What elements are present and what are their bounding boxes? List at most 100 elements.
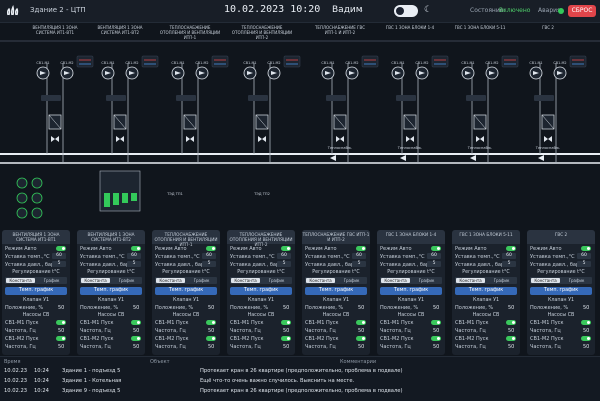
pump1-toggle[interactable]	[281, 320, 291, 325]
regulation-switch[interactable]: Константа График	[80, 277, 142, 284]
pump1-toggle[interactable]	[506, 320, 516, 325]
temp-setpoint-input[interactable]: 60	[202, 253, 216, 259]
building-name[interactable]: Здание 2 - ЦТП	[30, 6, 86, 14]
regulation-switch[interactable]: Константа График	[380, 277, 442, 284]
temp-setpoint-input[interactable]: 60	[277, 253, 291, 259]
temp-graph-button[interactable]: Темп. график	[455, 287, 517, 295]
reset-button[interactable]: СБРОС	[568, 5, 596, 17]
pump2-freq-label: Частота, Гц	[455, 344, 486, 350]
temp-graph-button[interactable]: Темп. график	[5, 287, 67, 295]
regulation-const-option[interactable]: Константа	[231, 278, 260, 283]
control-card: ТЕПЛОСНАБЖЕНИЕ ОТОПЛЕНИЯ И ВЕНТИЛЯЦИИ ИТ…	[152, 230, 220, 355]
temp-graph-button[interactable]: Темп. график	[530, 287, 592, 295]
temp-setpoint-input[interactable]: 60	[502, 253, 516, 259]
pressure-setpoint-input[interactable]: 5	[427, 261, 441, 267]
pump2-toggle[interactable]	[581, 336, 591, 341]
temp-setpoint-input[interactable]: 60	[352, 253, 366, 259]
pump2-toggle[interactable]	[356, 336, 366, 341]
pump-label: СВ1-М1	[321, 61, 334, 65]
valve-label: Клапан У1	[172, 298, 200, 303]
temp-graph-button[interactable]: Темп. график	[155, 287, 217, 295]
temp-graph-button[interactable]: Темп. график	[230, 287, 292, 295]
regulation-switch[interactable]: Константа График	[155, 277, 217, 284]
log-object[interactable]: Здание 1 - Котельная	[62, 378, 121, 384]
pumps-label: Насосы СВ	[172, 313, 200, 318]
regulation-switch[interactable]: Константа График	[530, 277, 592, 284]
pump2-toggle[interactable]	[206, 336, 216, 341]
log-object[interactable]: Здание 9 - подъезд 5	[62, 388, 120, 394]
pump2-freq-value: 50	[133, 344, 140, 350]
pressure-setpoint-input[interactable]: 5	[352, 261, 366, 267]
temp-setpoint-input[interactable]: 60	[427, 253, 441, 259]
pump2-toggle[interactable]	[131, 336, 141, 341]
pressure-setpoint-input[interactable]: 5	[202, 261, 216, 267]
pressure-setpoint-input[interactable]: 5	[127, 261, 141, 267]
regulation-graph-option[interactable]: График	[112, 278, 141, 283]
temp-setpoint-input[interactable]: 60	[577, 253, 591, 259]
regulation-graph-option[interactable]: График	[262, 278, 291, 283]
pressure-setpoint-input[interactable]: 5	[277, 261, 291, 267]
regulation-graph-option[interactable]: График	[412, 278, 441, 283]
regulation-const-option[interactable]: Константа	[81, 278, 110, 283]
pump1-start-label: СВ1-М1 Пуск	[230, 320, 264, 326]
pump1-toggle[interactable]	[131, 320, 141, 325]
temp-graph-button[interactable]: Темп. график	[380, 287, 442, 295]
mode-toggle[interactable]	[506, 246, 516, 251]
pump1-toggle[interactable]	[581, 320, 591, 325]
regulation-graph-option[interactable]: График	[562, 278, 591, 283]
temp-graph-button[interactable]: Темп. график	[80, 287, 142, 295]
pump1-toggle[interactable]	[431, 320, 441, 325]
pressure-setpoint-input[interactable]: 5	[502, 261, 516, 267]
sensor-readout	[501, 55, 519, 68]
pump1-toggle[interactable]	[206, 320, 216, 325]
pump-group-icon	[16, 177, 28, 189]
pressure-setpoint-input[interactable]: 5	[577, 261, 591, 267]
mode-toggle[interactable]	[56, 246, 66, 251]
pump1-start-label: СВ1-М1 Пуск	[155, 320, 189, 326]
mode-label: Режим Авто	[155, 246, 187, 252]
regulation-const-option[interactable]: Константа	[531, 278, 560, 283]
regulation-const-option[interactable]: Константа	[6, 278, 35, 283]
mode-toggle[interactable]	[206, 246, 216, 251]
pump2-toggle[interactable]	[281, 336, 291, 341]
regulation-const-option[interactable]: Константа	[306, 278, 335, 283]
position-label: Положение, %	[530, 305, 569, 311]
valve-label: Клапан У1	[397, 298, 425, 303]
pump2-toggle[interactable]	[431, 336, 441, 341]
chevron-down-icon[interactable]: ⌄	[358, 6, 364, 14]
pump1-freq-label: Частота, Гц	[380, 328, 411, 334]
temp-setpoint-input[interactable]: 60	[52, 253, 66, 259]
regulation-graph-option[interactable]: График	[187, 278, 216, 283]
regulation-const-option[interactable]: Константа	[456, 278, 485, 283]
mode-toggle[interactable]	[431, 246, 441, 251]
regulation-const-option[interactable]: Константа	[381, 278, 410, 283]
log-date: 10.02.23	[4, 368, 28, 374]
log-object[interactable]: Здание 1 - подъезд 5	[62, 368, 120, 374]
regulation-graph-option[interactable]: График	[487, 278, 516, 283]
temp-graph-button[interactable]: Темп. график	[305, 287, 367, 295]
regulation-switch[interactable]: Константа График	[455, 277, 517, 284]
regulation-switch[interactable]: Константа График	[5, 277, 67, 284]
mode-toggle[interactable]	[131, 246, 141, 251]
valve-label: Клапан У1	[547, 298, 575, 303]
mode-toggle[interactable]	[356, 246, 366, 251]
pressure-setpoint-label: Уставка давл., бар	[155, 262, 205, 268]
card-title: ГВС 1 ЗОНА БЛОКИ 5-11	[452, 230, 520, 244]
pump2-toggle[interactable]	[56, 336, 66, 341]
pump1-toggle[interactable]	[356, 320, 366, 325]
mode-toggle[interactable]	[581, 246, 591, 251]
regulation-const-option[interactable]: Константа	[156, 278, 185, 283]
pressure-setpoint-input[interactable]: 5	[52, 261, 66, 267]
control-card: ГВС 2 Режим Авто Уставка темп.,°C 60 Уставка…	[527, 230, 595, 355]
regulation-switch[interactable]: Константа График	[305, 277, 367, 284]
pump2-start-label: СВ1-М2 Пуск	[230, 336, 264, 342]
control-card: ТЕПЛОСНАБЖЕНИЕ ГВС ИТП-1 И ИТП-2 Режим Ав…	[302, 230, 370, 355]
mode-toggle[interactable]	[281, 246, 291, 251]
regulation-graph-option[interactable]: График	[337, 278, 366, 283]
regulation-graph-option[interactable]: График	[37, 278, 66, 283]
regulation-switch[interactable]: Константа График	[230, 277, 292, 284]
temp-setpoint-input[interactable]: 60	[127, 253, 141, 259]
pump2-toggle[interactable]	[506, 336, 516, 341]
pump1-toggle[interactable]	[56, 320, 66, 325]
theme-toggle[interactable]	[394, 5, 418, 17]
